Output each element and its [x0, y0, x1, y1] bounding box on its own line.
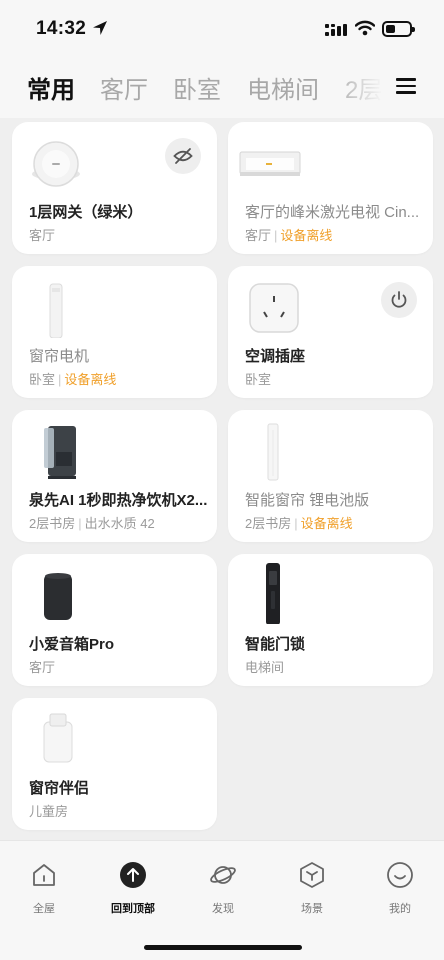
device-card-smart-curtain[interactable]: 智能窗帘 锂电池版 2层书房 | 设备离线 — [228, 410, 433, 542]
tab-frequent[interactable]: 常用 — [27, 70, 75, 105]
device-room: 2层书房 | 出水水质 42 — [29, 516, 155, 531]
device-grid: 1层网关（绿米） 客厅 客厅的峰米激光电视 Cin... 客厅 | 设备离线 窗帘电… — [0, 118, 444, 840]
nav-discover[interactable]: 发现 — [191, 861, 255, 916]
device-name: 小爱音箱Pro — [29, 636, 115, 653]
device-name: 智能门锁 — [245, 636, 306, 653]
nav-whole-home[interactable]: 全屋 — [12, 861, 76, 916]
device-room: 卧室 | 设备离线 — [29, 372, 117, 387]
status-bar: 14:32 — [0, 0, 444, 60]
door-lock-icon — [266, 563, 280, 624]
device-room: 客厅 | 设备离线 — [245, 228, 333, 243]
bottom-nav: 全屋 回到顶部 发现 场景 我的 — [0, 840, 444, 960]
arrow-up-icon — [120, 862, 146, 888]
device-name: 泉先AI 1秒即热净饮机X2... — [29, 492, 208, 509]
smart-curtain-icon — [267, 423, 279, 481]
device-card-gateway[interactable]: 1层网关（绿米） 客厅 — [12, 122, 217, 254]
laser-tv-icon — [239, 151, 301, 176]
device-card-ac-socket[interactable]: 空调插座 卧室 — [228, 266, 433, 398]
smile-icon — [387, 862, 413, 888]
tab-elevator-hall[interactable]: 电梯间 — [247, 70, 319, 105]
scene-hexagon-icon — [300, 862, 324, 888]
cellular-signal-icon — [325, 24, 347, 36]
water-dispenser-icon — [44, 426, 76, 479]
device-status: 设备离线 — [300, 516, 353, 531]
device-status: 设备离线 — [64, 372, 117, 387]
nav-scenes[interactable]: 场景 — [280, 861, 344, 916]
device-room: 儿童房 — [29, 804, 69, 819]
device-room: 电梯间 — [245, 660, 285, 675]
planet-icon — [210, 866, 236, 884]
device-name: 窗帘电机 — [29, 348, 90, 365]
device-card-speaker[interactable]: 小爱音箱Pro 客厅 — [12, 554, 217, 686]
curtain-companion-icon — [43, 713, 73, 763]
tab-bedroom[interactable]: 卧室 — [173, 70, 221, 105]
device-name: 窗帘伴侣 — [29, 780, 90, 797]
battery-icon — [382, 21, 415, 37]
tab-living-room[interactable]: 客厅 — [100, 70, 148, 105]
device-room: 客厅 — [29, 660, 56, 675]
device-status: 设备离线 — [280, 228, 333, 243]
location-arrow-icon — [93, 21, 107, 35]
ac-socket-icon — [249, 283, 299, 333]
hamburger-menu-icon[interactable] — [396, 78, 416, 98]
wifi-icon — [355, 20, 375, 36]
device-card-curtain-motor[interactable]: 窗帘电机 卧室 | 设备离线 — [12, 266, 217, 398]
speaker-icon — [44, 573, 72, 620]
device-card-curtain-companion[interactable]: 窗帘伴侣 儿童房 — [12, 698, 217, 830]
device-card-water-dispenser[interactable]: 泉先AI 1秒即热净饮机X2... 2层书房 | 出水水质 42 — [12, 410, 217, 542]
device-card-laser-tv[interactable]: 客厅的峰米激光电视 Cin... 客厅 | 设备离线 — [228, 122, 433, 254]
nav-back-to-top[interactable]: 回到顶部 — [101, 861, 165, 916]
power-icon[interactable] — [381, 282, 417, 318]
gateway-icon — [32, 141, 80, 187]
eye-off-icon[interactable] — [165, 138, 201, 174]
device-name: 客厅的峰米激光电视 Cin... — [245, 204, 420, 221]
device-room: 2层书房 | 设备离线 — [245, 516, 353, 531]
room-tabs: 常用 客厅 卧室 电梯间 2层 — [0, 60, 444, 118]
device-name: 空调插座 — [245, 348, 306, 365]
device-name: 1层网关（绿米） — [29, 204, 143, 221]
home-indicator — [144, 945, 302, 950]
nav-mine[interactable]: 我的 — [368, 861, 432, 916]
device-room: 客厅 — [29, 228, 56, 243]
device-card-door-lock[interactable]: 智能门锁 电梯间 — [228, 554, 433, 686]
status-time: 14:32 — [36, 18, 87, 39]
device-name: 智能窗帘 锂电池版 — [245, 492, 370, 509]
home-icon — [33, 864, 55, 886]
device-room: 卧室 — [245, 372, 272, 387]
device-status: 出水水质 42 — [84, 516, 155, 531]
curtain-motor-icon — [49, 283, 63, 338]
